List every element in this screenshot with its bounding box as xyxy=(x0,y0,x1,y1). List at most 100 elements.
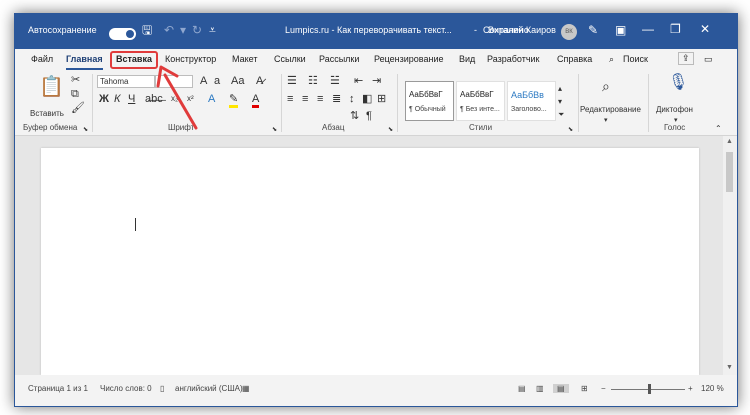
zoom-out-icon[interactable]: − xyxy=(601,384,606,393)
restore-icon[interactable]: ❐ xyxy=(670,22,681,36)
shrink-font-icon[interactable]: a xyxy=(214,75,220,87)
document-page[interactable] xyxy=(41,148,699,375)
align-center-icon[interactable]: ≡ xyxy=(302,93,308,105)
tab-review[interactable]: Рецензирование xyxy=(374,54,444,64)
vertical-scrollbar[interactable]: ▲ ▼ xyxy=(723,136,737,375)
underline-icon[interactable]: Ч xyxy=(128,93,135,105)
word-count[interactable]: Число слов: 0 xyxy=(100,384,152,393)
line-spacing-icon[interactable]: ↕ xyxy=(349,93,355,105)
collapse-ribbon-icon[interactable]: ⌃ xyxy=(715,123,722,135)
align-left-icon[interactable]: ≡ xyxy=(287,93,293,105)
search-label[interactable]: Поиск xyxy=(623,54,648,64)
avatar[interactable]: ВК xyxy=(561,24,577,40)
web-layout-icon[interactable]: ⊞ xyxy=(581,384,588,393)
paragraph-launcher-icon[interactable]: ⬊ xyxy=(388,124,393,136)
share-icon[interactable]: ⇪ xyxy=(678,52,694,65)
editing-dropdown-icon[interactable]: ▾ xyxy=(604,115,608,127)
numbering-icon[interactable]: ☷ xyxy=(308,75,318,87)
dropdown-icon[interactable]: ▾ xyxy=(180,23,186,37)
shading-icon[interactable]: ◧ xyxy=(362,93,372,105)
dictate-label[interactable]: Диктофон xyxy=(656,105,693,114)
scroll-thumb[interactable] xyxy=(726,152,733,192)
styles-scroll-up-icon[interactable]: ▴ xyxy=(558,83,562,95)
tab-design[interactable]: Конструктор xyxy=(165,54,216,64)
zoom-slider-thumb[interactable] xyxy=(648,384,651,394)
subscript-icon[interactable]: x₂ xyxy=(171,93,178,105)
align-right-icon[interactable]: ≡ xyxy=(317,93,323,105)
text-effects-icon[interactable]: A xyxy=(208,93,215,105)
zoom-level[interactable]: 120 % xyxy=(701,384,724,393)
cut-icon[interactable]: ✂ xyxy=(71,74,80,86)
tab-insert[interactable]: Вставка xyxy=(116,54,152,64)
sort-icon[interactable]: ⇅ xyxy=(350,110,359,122)
minimize-icon[interactable]: — xyxy=(642,22,654,36)
divider xyxy=(648,74,649,132)
increase-indent-icon[interactable]: ⇥ xyxy=(372,75,381,87)
italic-icon[interactable]: К xyxy=(114,93,120,105)
styles-launcher-icon[interactable]: ⬊ xyxy=(568,124,573,136)
ribbon-display-icon[interactable]: ▣ xyxy=(615,23,626,37)
font-launcher-icon[interactable]: ⬊ xyxy=(272,124,277,136)
styles-scroll-down-icon[interactable]: ▾ xyxy=(558,96,562,108)
multilevel-list-icon[interactable]: ☱ xyxy=(330,75,340,87)
save-icon[interactable]: 🖫 xyxy=(142,23,152,37)
show-marks-icon[interactable]: ¶ xyxy=(366,110,372,122)
font-color-icon[interactable]: A xyxy=(252,93,260,108)
find-icon[interactable]: ⌕ xyxy=(602,79,610,93)
editing-label[interactable]: Редактирование xyxy=(580,105,641,114)
superscript-icon[interactable]: x² xyxy=(187,93,194,105)
divider xyxy=(281,74,282,132)
redo-icon[interactable]: ↻ xyxy=(192,23,202,37)
borders-icon[interactable]: ⊞ xyxy=(377,93,386,105)
clear-format-icon[interactable]: A̷ xyxy=(256,75,263,87)
scroll-down-icon[interactable]: ▼ xyxy=(726,364,733,371)
search-icon[interactable]: ⌕ xyxy=(609,54,614,65)
tab-mailings[interactable]: Рассылки xyxy=(319,54,359,64)
tab-developer[interactable]: Разработчик xyxy=(487,54,539,64)
style-heading[interactable]: АаБбВв Заголово... xyxy=(507,81,556,121)
tab-file[interactable]: Файл xyxy=(31,54,53,64)
justify-icon[interactable]: ≣ xyxy=(332,93,341,105)
print-layout-icon[interactable]: ▤ xyxy=(553,384,569,393)
style-name: ¶ Обычный xyxy=(409,106,446,113)
accessibility-icon[interactable]: ▦ xyxy=(242,384,250,393)
tab-home[interactable]: Главная xyxy=(66,54,103,70)
highlight-icon[interactable]: ✎ xyxy=(229,93,239,108)
zoom-in-icon[interactable]: + xyxy=(688,384,693,393)
tab-view[interactable]: Вид xyxy=(459,54,475,64)
user-name[interactable]: Виталий Каиров xyxy=(488,25,556,35)
bold-icon[interactable]: Ж xyxy=(99,93,109,105)
page-count[interactable]: Страница 1 из 1 xyxy=(28,384,88,393)
grow-font-icon[interactable]: A xyxy=(200,75,207,87)
autosave-toggle[interactable] xyxy=(109,28,136,40)
tab-layout[interactable]: Макет xyxy=(232,54,257,64)
copy-icon[interactable]: ⧉ xyxy=(71,88,79,100)
style-no-spacing[interactable]: АаБбВвГ ¶ Без инте... xyxy=(456,81,505,121)
clipboard-launcher-icon[interactable]: ⬊ xyxy=(83,124,88,136)
comments-icon[interactable]: ▭ xyxy=(704,54,713,65)
style-normal[interactable]: АаБбВвГ ¶ Обычный xyxy=(405,81,454,121)
tab-references[interactable]: Ссылки xyxy=(274,54,306,64)
focus-mode-icon[interactable]: ▤ xyxy=(518,384,526,393)
language[interactable]: английский (США) xyxy=(175,384,243,393)
read-mode-icon[interactable]: ▥ xyxy=(536,384,544,393)
undo-icon[interactable]: ↶ xyxy=(164,23,174,37)
pen-icon[interactable]: ✎ xyxy=(588,23,598,37)
decrease-indent-icon[interactable]: ⇤ xyxy=(354,75,363,87)
font-name-select[interactable]: Tahoma xyxy=(97,75,155,88)
close-icon[interactable]: ✕ xyxy=(700,22,710,36)
styles-more-icon[interactable]: ⏷ xyxy=(558,109,564,121)
scroll-up-icon[interactable]: ▲ xyxy=(726,138,733,145)
proofing-icon[interactable]: ▯ xyxy=(160,384,164,393)
bullets-icon[interactable]: ☰ xyxy=(287,75,297,87)
paste-icon[interactable]: 📋 xyxy=(39,76,64,98)
customize-toolbar-icon[interactable]: ⩡ xyxy=(209,23,216,37)
font-size-select[interactable] xyxy=(155,75,193,88)
group-paragraph: Абзац xyxy=(322,123,345,132)
microphone-icon[interactable]: 🎙 xyxy=(668,75,688,91)
tab-help[interactable]: Справка xyxy=(557,54,592,64)
paste-label[interactable]: Вставить xyxy=(30,109,64,118)
change-case-icon[interactable]: Aa xyxy=(231,75,244,87)
format-painter-icon[interactable]: 🖌 xyxy=(71,102,85,114)
strikethrough-icon[interactable]: a̶b̶c̶ xyxy=(145,93,163,105)
